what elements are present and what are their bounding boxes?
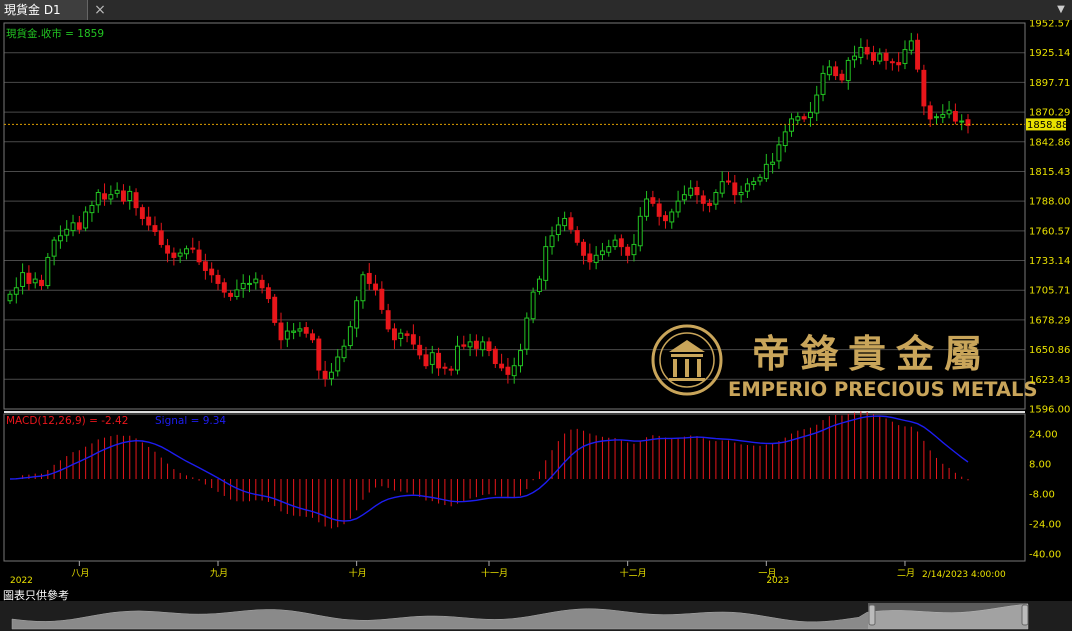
price-chart[interactable]: 帝鋒貴金屬 EMPERIO PRECIOUS METALS 1858.88 19… [0, 20, 1072, 601]
price-axis-label: 1733.14 [1029, 256, 1070, 267]
price-axis-label: 1842.86 [1029, 137, 1070, 148]
x-axis-label: 十二月 [620, 567, 647, 579]
navigator-scrollbar[interactable] [0, 601, 1072, 631]
price-axis-label: 1815.43 [1029, 167, 1070, 178]
x-axis-label: 九月 [210, 568, 228, 579]
navigator-right-handle[interactable] [1021, 604, 1029, 626]
x-axis-label: 2023 [766, 576, 789, 586]
last-bar-date: 2/14/2023 4:00:00 [922, 570, 1006, 580]
tab-xau-d1[interactable]: 現貨金 D1 [0, 0, 88, 20]
tab-bar: 現貨金 D1 × ▼ [0, 0, 1072, 21]
macd-axis-label: -24.00 [1029, 520, 1061, 531]
x-axis-label: 十月 [349, 567, 367, 579]
close-icon[interactable]: × [92, 0, 108, 20]
price-axis-label: 1678.29 [1029, 315, 1070, 326]
x-axis-label: 2022 [10, 576, 33, 586]
price-axis-label: 1623.43 [1029, 375, 1070, 386]
candle [530, 287, 536, 324]
price-axis-label: 1870.29 [1029, 108, 1070, 119]
x-axis-label: 十一月 [481, 567, 508, 579]
price-axis-label: 1760.57 [1029, 226, 1070, 237]
candle [272, 294, 278, 326]
macd-axis-label: -8.00 [1029, 490, 1055, 501]
candle [524, 312, 530, 355]
watermark-cn: 帝鋒貴金屬 [752, 331, 992, 376]
macd-axis-label: 8.00 [1029, 460, 1051, 471]
price-axis-label: 1897.71 [1029, 78, 1070, 89]
macd-legend: MACD(12,26,9) = -2.42 [6, 415, 128, 427]
navigator-window[interactable] [868, 603, 1028, 629]
navigator-left-handle[interactable] [868, 604, 876, 626]
candle [45, 253, 51, 289]
price-axis-label: 1705.71 [1029, 286, 1070, 297]
macd-axis-label: -40.00 [1029, 550, 1061, 561]
price-axis-label: 1952.57 [1029, 20, 1070, 30]
signal-legend: Signal = 9.34 [155, 415, 226, 427]
chevron-down-icon[interactable]: ▼ [1054, 0, 1068, 20]
x-axis-label: 八月 [71, 568, 89, 579]
current-price-label: 1858.88 [1027, 120, 1068, 131]
price-axis-label: 1788.00 [1029, 197, 1070, 208]
price-axis-label: 1925.14 [1029, 48, 1070, 59]
macd-axis-label: 24.00 [1029, 430, 1058, 441]
watermark-en: EMPERIO PRECIOUS METALS [728, 378, 1038, 401]
price-axis-label: 1596.00 [1029, 405, 1070, 416]
price-legend: 現貨金.收市 = 1859 [6, 27, 104, 40]
candle [536, 275, 542, 295]
x-axis-label: 二月 [897, 568, 915, 579]
price-axis-label: 1650.86 [1029, 345, 1070, 356]
